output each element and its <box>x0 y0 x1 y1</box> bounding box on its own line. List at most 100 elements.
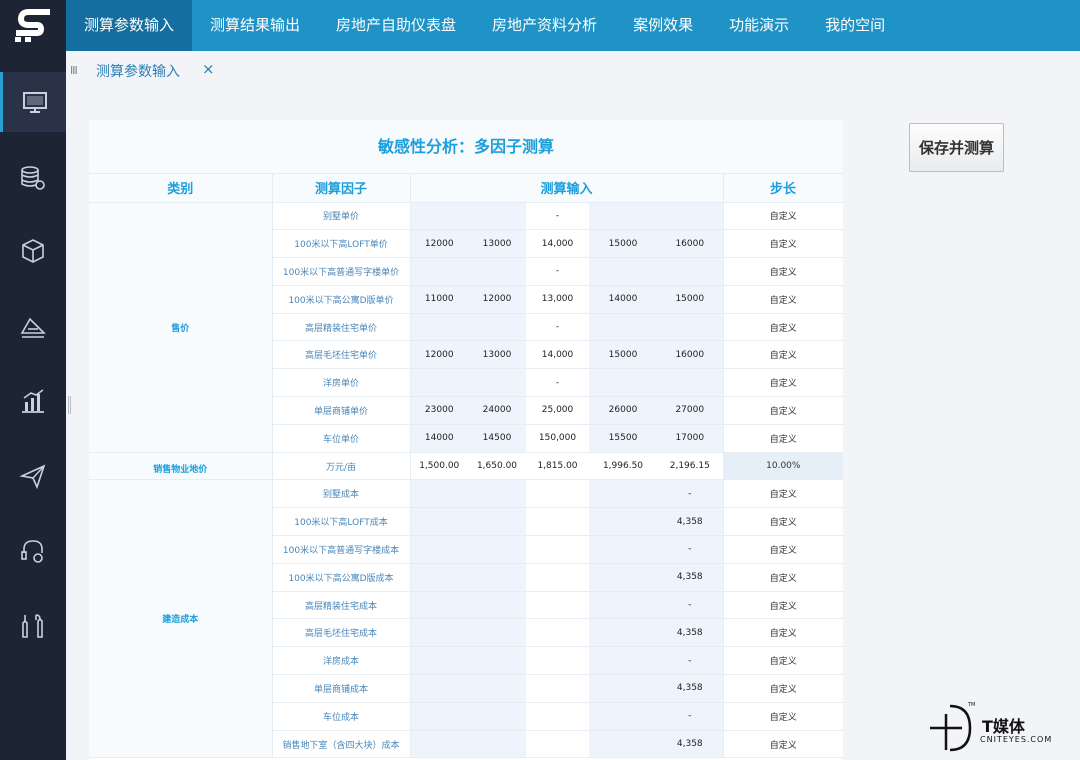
step-cell[interactable]: 自定义 <box>722 202 843 231</box>
input-cell[interactable]: 4,358 <box>657 674 724 703</box>
input-cell[interactable] <box>410 479 468 509</box>
input-cell[interactable]: 1,500.00 <box>410 452 468 481</box>
input-cell[interactable]: 14500 <box>468 424 526 453</box>
tab-calc-params[interactable]: 测算参数输入 <box>96 61 180 81</box>
input-cell[interactable]: 1,650.00 <box>468 452 526 481</box>
input-cell[interactable] <box>410 202 468 231</box>
step-cell[interactable]: 自定义 <box>722 424 843 453</box>
input-cell[interactable]: 15500 <box>589 424 657 453</box>
save-and-calc-button[interactable]: 保存并测算 <box>909 123 1004 172</box>
input-cell[interactable]: 13,000 <box>526 285 589 314</box>
input-cell[interactable]: 26000 <box>589 396 657 425</box>
input-cell[interactable]: 25,000 <box>526 396 589 425</box>
input-cell[interactable] <box>526 730 589 759</box>
input-cell[interactable]: - <box>657 702 724 731</box>
input-cell[interactable]: 14,000 <box>526 229 589 259</box>
input-cell[interactable] <box>410 313 468 342</box>
step-cell[interactable]: 自定义 <box>722 229 843 259</box>
input-cell[interactable] <box>468 591 526 620</box>
input-cell[interactable] <box>468 257 526 286</box>
input-cell[interactable] <box>526 591 589 620</box>
input-cell[interactable]: - <box>526 313 589 342</box>
nav-item-3[interactable]: 房地产资料分析 <box>474 0 615 51</box>
input-cell[interactable]: 4,358 <box>657 563 724 592</box>
input-cell[interactable] <box>468 730 526 759</box>
step-cell[interactable]: 自定义 <box>722 618 843 648</box>
input-cell[interactable] <box>589 313 657 342</box>
step-cell[interactable]: 自定义 <box>722 507 843 537</box>
input-cell[interactable] <box>526 563 589 592</box>
input-cell[interactable]: 27000 <box>657 396 724 425</box>
input-cell[interactable] <box>468 563 526 592</box>
tab-grip-icon[interactable]: III <box>70 64 78 77</box>
step-cell[interactable]: 自定义 <box>722 535 843 564</box>
input-cell[interactable] <box>526 507 589 537</box>
input-cell[interactable]: - <box>657 535 724 564</box>
input-cell[interactable] <box>657 313 724 342</box>
input-cell[interactable] <box>657 202 724 231</box>
input-cell[interactable]: 15000 <box>657 285 724 314</box>
sidebar-item-send[interactable] <box>0 446 66 506</box>
input-cell[interactable]: 1,815.00 <box>526 452 589 481</box>
step-cell[interactable]: 自定义 <box>722 563 843 592</box>
input-cell[interactable] <box>526 702 589 731</box>
input-cell[interactable] <box>410 702 468 731</box>
app-logo[interactable] <box>0 0 66 51</box>
sidebar-item-tools[interactable] <box>0 596 66 656</box>
input-cell[interactable] <box>589 368 657 398</box>
input-cell[interactable] <box>589 479 657 509</box>
input-cell[interactable]: 14000 <box>410 424 468 453</box>
input-cell[interactable]: 150,000 <box>526 424 589 453</box>
step-cell[interactable]: 自定义 <box>722 730 843 759</box>
input-cell[interactable] <box>468 202 526 231</box>
sidebar-item-layers[interactable] <box>0 296 66 356</box>
step-cell[interactable]: 自定义 <box>722 674 843 703</box>
nav-item-0[interactable]: 测算参数输入 <box>66 0 193 51</box>
nav-item-6[interactable]: 我的空间 <box>807 0 903 51</box>
step-cell[interactable]: 自定义 <box>722 646 843 676</box>
input-cell[interactable] <box>468 674 526 703</box>
nav-item-4[interactable]: 案例效果 <box>615 0 711 51</box>
input-cell[interactable] <box>589 535 657 564</box>
input-cell[interactable] <box>468 313 526 342</box>
input-cell[interactable] <box>410 730 468 759</box>
input-cell[interactable] <box>410 257 468 286</box>
sidebar-item-monitor[interactable] <box>0 72 66 132</box>
nav-item-2[interactable]: 房地产自助仪表盘 <box>318 0 474 51</box>
input-cell[interactable]: 4,358 <box>657 730 724 759</box>
input-cell[interactable] <box>526 646 589 676</box>
step-cell[interactable]: 自定义 <box>722 285 843 314</box>
input-cell[interactable] <box>410 591 468 620</box>
input-cell[interactable] <box>410 646 468 676</box>
input-cell[interactable] <box>589 507 657 537</box>
input-cell[interactable] <box>410 368 468 398</box>
step-cell[interactable]: 自定义 <box>722 257 843 286</box>
input-cell[interactable]: - <box>657 591 724 620</box>
input-cell[interactable]: 4,358 <box>657 618 724 648</box>
input-cell[interactable] <box>589 702 657 731</box>
input-cell[interactable]: 11000 <box>410 285 468 314</box>
input-cell[interactable] <box>410 618 468 648</box>
input-cell[interactable]: 12000 <box>468 285 526 314</box>
input-cell[interactable]: 15000 <box>589 229 657 259</box>
input-cell[interactable] <box>657 368 724 398</box>
sidebar-item-cubes[interactable] <box>0 221 66 281</box>
input-cell[interactable] <box>526 479 589 509</box>
input-cell[interactable] <box>468 618 526 648</box>
input-cell[interactable]: - <box>657 479 724 509</box>
input-cell[interactable]: 16000 <box>657 340 724 370</box>
input-cell[interactable]: 13000 <box>468 340 526 370</box>
input-cell[interactable]: 14000 <box>589 285 657 314</box>
input-cell[interactable] <box>589 618 657 648</box>
input-cell[interactable]: 16000 <box>657 229 724 259</box>
input-cell[interactable] <box>589 674 657 703</box>
nav-item-1[interactable]: 测算结果输出 <box>192 0 318 51</box>
step-cell[interactable]: 自定义 <box>722 591 843 620</box>
input-cell[interactable] <box>526 535 589 564</box>
input-cell[interactable] <box>589 257 657 286</box>
input-cell[interactable]: 2,196.15 <box>657 452 724 481</box>
input-cell[interactable] <box>589 646 657 676</box>
input-cell[interactable] <box>589 563 657 592</box>
input-cell[interactable] <box>468 368 526 398</box>
input-cell[interactable] <box>468 646 526 676</box>
